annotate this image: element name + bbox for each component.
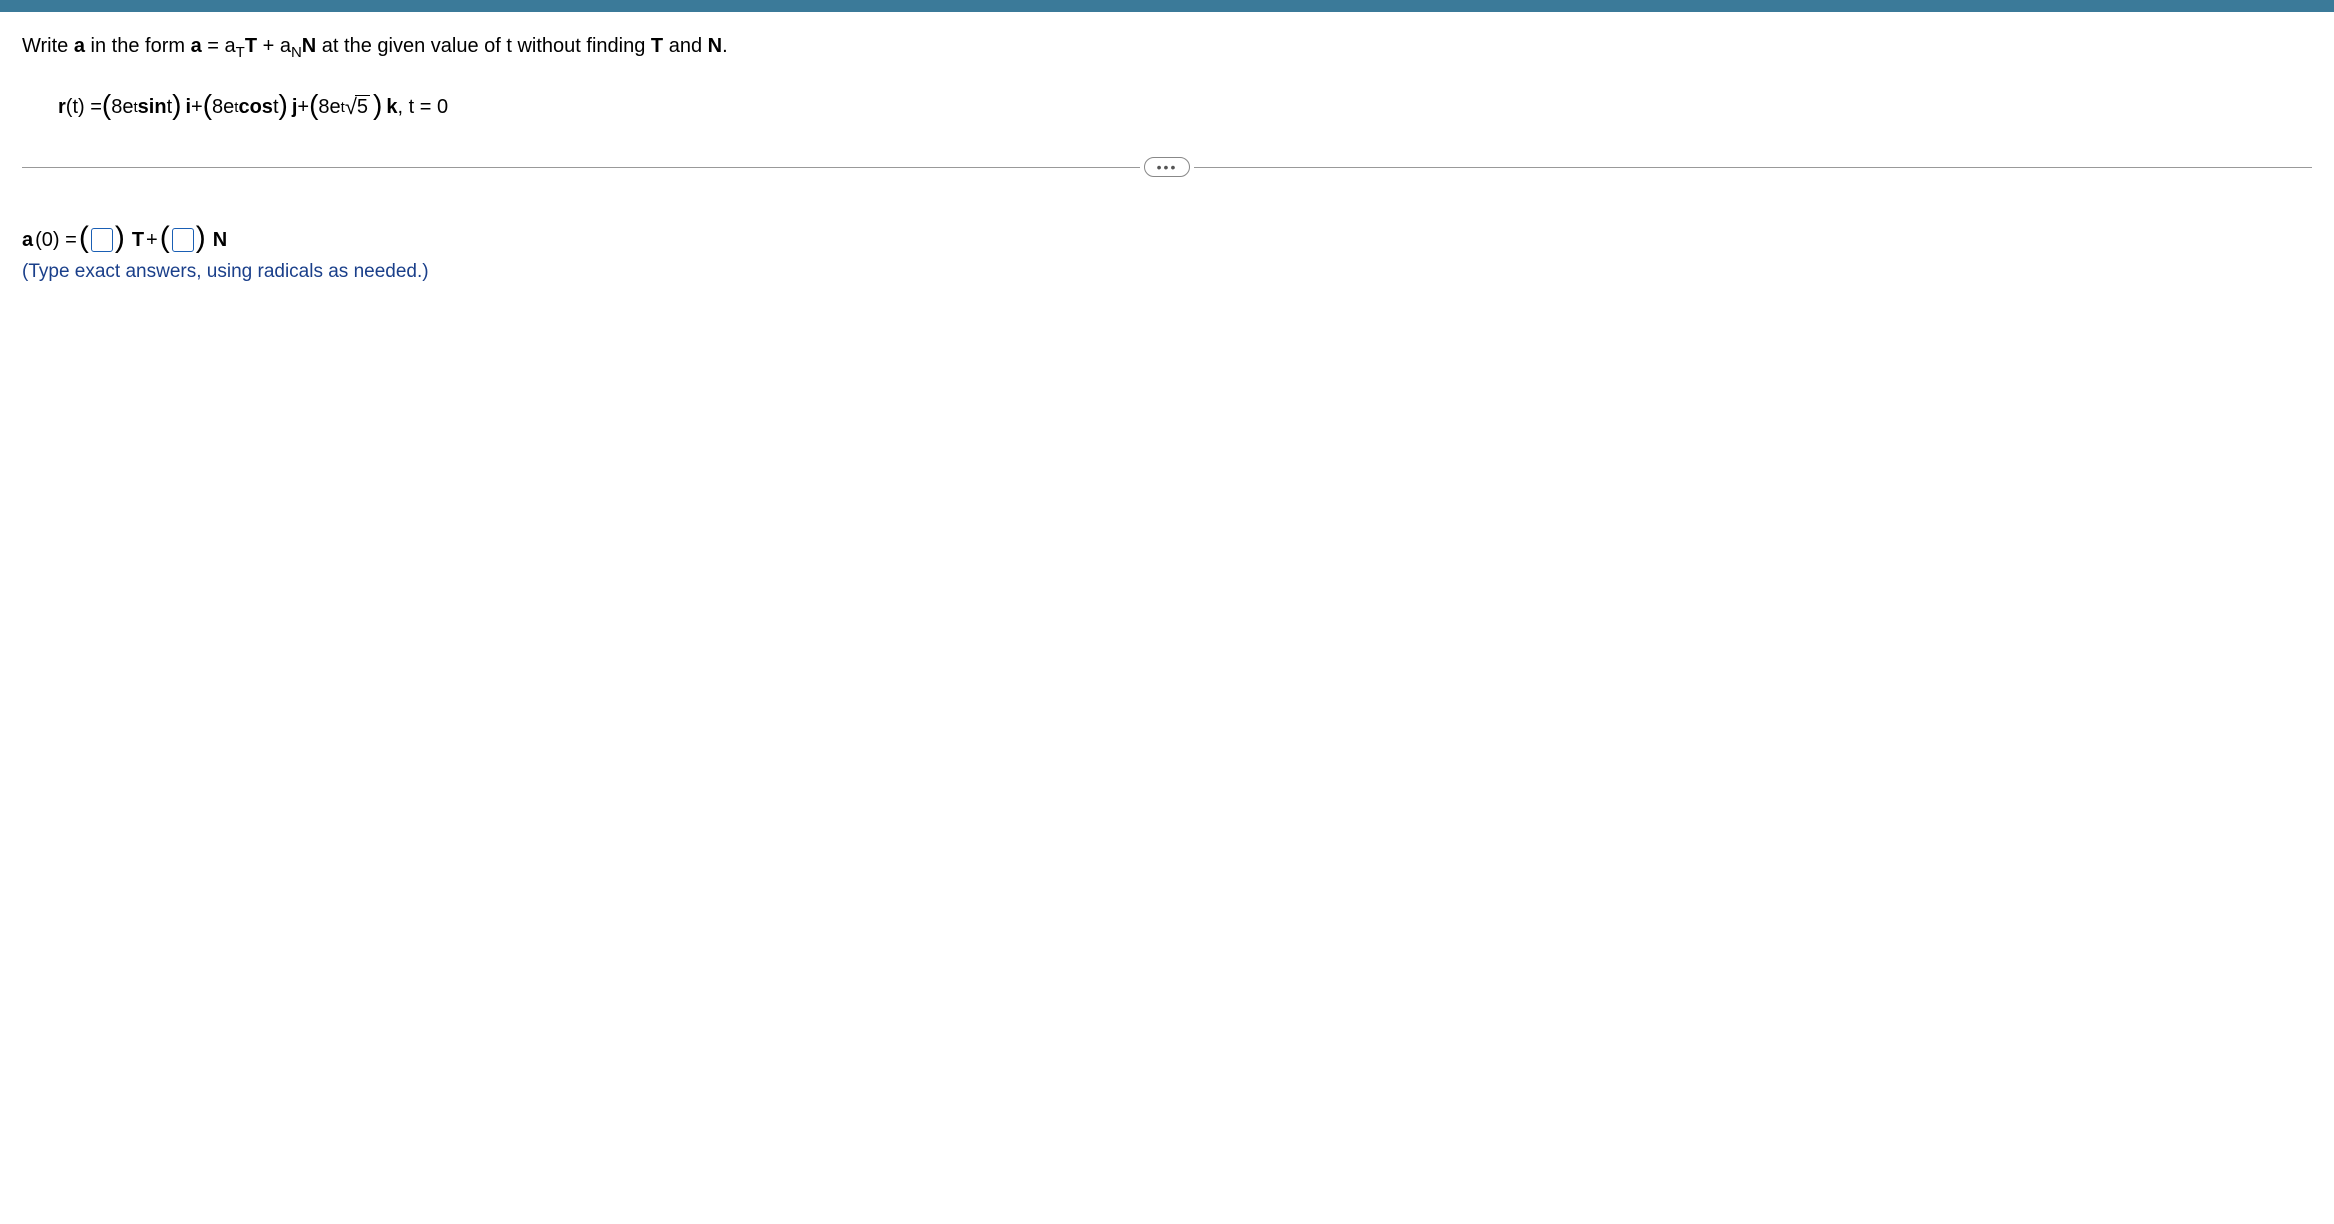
T-bold: T (651, 35, 663, 57)
r-label: r (58, 96, 66, 119)
text: at the given value of t without finding (316, 35, 651, 57)
cos: cos (238, 96, 272, 119)
paren-open: ( (102, 91, 111, 119)
plus: + (191, 96, 203, 119)
paren-open: ( (160, 223, 170, 253)
divider: ••• (22, 157, 2312, 177)
r-arg: (t) = (66, 96, 102, 119)
paren-close: ) (279, 91, 288, 119)
coef2: 8e (212, 96, 234, 119)
N-vector: N (302, 35, 316, 57)
text: = a (202, 35, 236, 57)
coef1: 8e (111, 96, 133, 119)
divider-line (22, 167, 1140, 168)
answer-input-aT[interactable] (91, 228, 113, 252)
paren-close: ) (115, 223, 125, 253)
plus: + (297, 96, 309, 119)
answer-row: a(0) = ( ) T + ( ) N (22, 225, 2312, 255)
paren-close: ) (373, 91, 382, 119)
equation-r-t: r(t) = (8et sin t) i + (8et cos t) j + (… (58, 93, 2312, 121)
dots-icon: ••• (1157, 160, 1178, 174)
k-vector: k (386, 96, 397, 119)
vector-a: a (74, 35, 85, 57)
T-vector: T (245, 35, 257, 57)
answer-input-aN[interactable] (172, 228, 194, 252)
paren-open: ( (203, 91, 212, 119)
sqrt-body: 5 (355, 95, 370, 119)
plus: + (146, 229, 158, 252)
hint-text: (Type exact answers, using radicals as n… (22, 261, 2312, 283)
N-label: N (213, 229, 227, 252)
top-bar (0, 0, 2334, 12)
content-area: Write a in the form a = aTT + aNN at the… (0, 12, 2334, 301)
text: Write (22, 35, 74, 57)
t-value: , t = 0 (397, 96, 448, 119)
sub-T: T (236, 44, 245, 61)
equation-a: a (191, 35, 202, 57)
paren-open: ( (79, 223, 89, 253)
text: and (663, 35, 707, 57)
a-label: a (22, 229, 33, 252)
answer-T-group: ( ) (79, 225, 125, 255)
coef3: 8e (318, 96, 340, 119)
paren-close: ) (196, 223, 206, 253)
N-bold: N (708, 35, 722, 57)
text: + a (257, 35, 291, 57)
problem-statement: Write a in the form a = aTT + aNN at the… (22, 30, 2312, 65)
paren-close: ) (172, 91, 181, 119)
text: . (722, 35, 728, 57)
T-label: T (132, 229, 144, 252)
answer-N-group: ( ) (160, 225, 206, 255)
sin: sin (138, 96, 167, 119)
divider-line (1194, 167, 2312, 168)
text: in the form (85, 35, 191, 57)
sqrt: √5 (345, 94, 370, 120)
sub-N: N (291, 44, 302, 61)
paren-open: ( (309, 91, 318, 119)
a-arg: (0) = (35, 229, 77, 252)
expand-button[interactable]: ••• (1144, 157, 1191, 177)
